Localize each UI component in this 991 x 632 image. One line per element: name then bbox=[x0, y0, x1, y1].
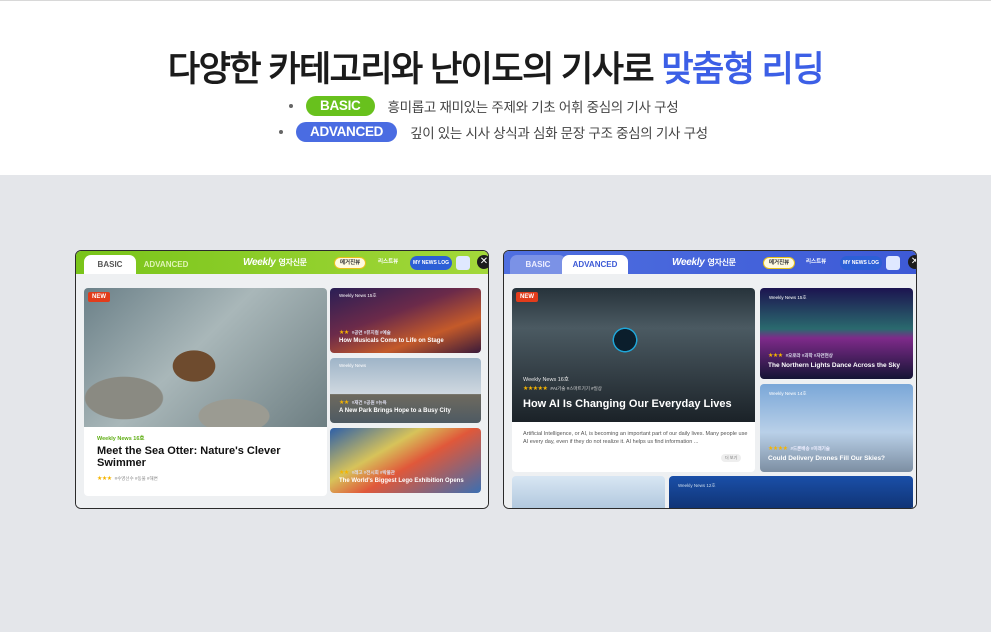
headline-main: 다양한 카테고리와 난이도의 기사로 bbox=[167, 50, 655, 89]
tab-basic[interactable]: BASIC bbox=[84, 255, 136, 275]
my-news-log-button[interactable]: MY NEWS LOG bbox=[840, 256, 882, 270]
difficulty-stars: ★★ bbox=[339, 470, 349, 476]
tags: #드론배송 #미래기술 bbox=[790, 446, 830, 451]
tags: #공연 #뮤지컬 #예술 bbox=[351, 329, 391, 335]
difficulty-stars: ★★★★ bbox=[768, 446, 788, 452]
legend-row-basic: BASIC 흥미롭고 재미있는 주제와 기초 어휘 중심의 기사 구성 bbox=[289, 96, 679, 116]
featured-summary: Artificial Intelligence, or AI, is becom… bbox=[523, 431, 748, 446]
difficulty-stars: ★★ bbox=[339, 400, 349, 406]
tags: #오로라 #과학 #자연현상 bbox=[785, 353, 833, 358]
tags: #재건 #공원 #뉴욕 bbox=[351, 399, 387, 405]
article-card-ocean[interactable]: Weekly News 12호 bbox=[669, 476, 913, 508]
advanced-window: BASIC ADVANCED Weekly 영자신문 메거진뷰 리스트뷰 MY N… bbox=[503, 250, 917, 509]
article-card-drones[interactable]: Weekly News 14호 ★★★★ #드론배송 #미래기술 Could Del… bbox=[760, 384, 913, 472]
tab-basic[interactable]: BASIC bbox=[510, 255, 566, 275]
featured-title: Meet the Sea Otter: Nature's Clever Swim… bbox=[97, 445, 281, 469]
issue-label: Weekly News 16호 bbox=[523, 377, 569, 383]
difficulty-stars: ★★ bbox=[339, 330, 349, 336]
brand-name: Weekly bbox=[243, 257, 276, 268]
brand-logo: Weekly 영자신문 bbox=[243, 257, 307, 268]
bullet-dot bbox=[289, 104, 293, 108]
card-title: How Musicals Come to Life on Stage bbox=[339, 338, 444, 344]
issue-label: Weekly News bbox=[339, 363, 367, 368]
close-icon[interactable]: ✕ bbox=[908, 255, 916, 269]
card-title: Could Delivery Drones Fill Our Skies? bbox=[768, 455, 886, 462]
issue-label: Weekly News 15호 bbox=[769, 295, 807, 300]
sea-otter-photo: NEW bbox=[84, 288, 327, 427]
info-icon[interactable] bbox=[886, 256, 900, 270]
brand-ko: 영자신문 bbox=[707, 258, 736, 267]
difficulty-stars: ★★★ bbox=[768, 353, 783, 359]
headline: 다양한 카테고리와 난이도의 기사로 맞춤형 리딩 bbox=[0, 41, 991, 92]
issue-label: Weekly News 14호 bbox=[769, 391, 807, 396]
new-badge: NEW bbox=[516, 292, 538, 302]
issue-label: Weekly News 12호 bbox=[678, 483, 716, 488]
window-content: NEW Weekly News 16호 ★★★★★ #AI기술 #스마트기기 #일… bbox=[504, 274, 916, 508]
card-title: A New Park Brings Hope to a Busy City bbox=[339, 408, 451, 414]
featured-title: How AI Is Changing Our Everyday Lives bbox=[523, 398, 732, 410]
tab-advanced[interactable]: ADVANCED bbox=[136, 255, 196, 275]
advanced-description: 깊이 있는 시사 상식과 심화 문장 구조 중심의 기사 구성 bbox=[410, 126, 708, 141]
article-card-northern-lights[interactable]: Weekly News 15호 ★★★ #오로라 #과학 #자연현상 The Nor… bbox=[760, 288, 913, 379]
magazine-view-button[interactable]: 메거진뷰 bbox=[334, 257, 367, 269]
article-card-musicals[interactable]: Weekly News 15호 ★★ #공연 #뮤지컬 #예술 How Musica… bbox=[330, 288, 481, 353]
article-card-partial[interactable] bbox=[512, 476, 665, 508]
info-icon[interactable] bbox=[456, 256, 470, 270]
headline-highlight: 맞춤형 리딩 bbox=[661, 50, 824, 89]
tags: #레고 #전시회 #박물관 bbox=[351, 469, 395, 475]
basic-pill: BASIC bbox=[306, 96, 375, 116]
card-title: The Northern Lights Dance Across the Sky bbox=[768, 362, 900, 369]
featured-article-card[interactable]: NEW Weekly News 16호 Meet the Sea Otter: … bbox=[84, 288, 327, 496]
tags: #AI기술 #스마트기기 #일상 bbox=[550, 385, 602, 391]
issue-label: Weekly News 15호 bbox=[339, 293, 377, 298]
brand-name: Weekly bbox=[672, 257, 705, 268]
tags: #수영선수 #동물 #해변 bbox=[114, 475, 158, 481]
window-topbar: BASIC ADVANCED Weekly 영자신문 메거진뷰 리스트뷰 MY N… bbox=[76, 251, 488, 275]
window-topbar: BASIC ADVANCED Weekly 영자신문 메거진뷰 리스트뷰 MY N… bbox=[504, 251, 916, 275]
basic-window: BASIC ADVANCED Weekly 영자신문 메거진뷰 리스트뷰 MY N… bbox=[75, 250, 489, 509]
list-view-button[interactable]: 리스트뷰 bbox=[801, 257, 831, 269]
issue-label: Weekly News 16호 bbox=[97, 436, 145, 442]
read-more-button[interactable]: 더 보기 bbox=[721, 454, 742, 462]
article-card-park[interactable]: Weekly News ★★ #재건 #공원 #뉴욕 A New Park Brin… bbox=[330, 358, 481, 423]
article-card-lego[interactable]: ★★ #레고 #전시회 #박물관 The World's Biggest Lego … bbox=[330, 428, 481, 493]
list-view-button[interactable]: 리스트뷰 bbox=[373, 257, 403, 269]
new-badge: NEW bbox=[88, 292, 110, 302]
bullet-dot bbox=[279, 130, 283, 134]
window-content: NEW Weekly News 16호 Meet the Sea Otter: … bbox=[76, 274, 488, 508]
brand-ko: 영자신문 bbox=[278, 258, 307, 267]
ai-office-photo: NEW Weekly News 16호 ★★★★★ #AI기술 #스마트기기 #일… bbox=[512, 288, 755, 422]
difficulty-stars: ★★★★★ bbox=[523, 386, 548, 392]
hero-section: 다양한 카테고리와 난이도의 기사로 맞춤형 리딩 BASIC 흥미롭고 재미있… bbox=[0, 0, 991, 175]
magazine-view-button[interactable]: 메거진뷰 bbox=[763, 257, 796, 269]
close-icon[interactable]: ✕ bbox=[477, 255, 488, 269]
featured-article-card[interactable]: NEW Weekly News 16호 ★★★★★ #AI기술 #스마트기기 #일… bbox=[512, 288, 755, 472]
my-news-log-button[interactable]: MY NEWS LOG bbox=[410, 256, 452, 270]
difficulty-stars: ★★★ bbox=[97, 476, 112, 482]
tab-advanced[interactable]: ADVANCED bbox=[562, 255, 628, 275]
legend-row-advanced: ADVANCED 깊이 있는 시사 상식과 심화 문장 구조 중심의 기사 구성 bbox=[279, 122, 708, 142]
advanced-pill: ADVANCED bbox=[296, 122, 398, 142]
card-title: The World's Biggest Lego Exhibition Open… bbox=[339, 478, 464, 484]
basic-description: 흥미롭고 재미있는 주제와 기초 어휘 중심의 기사 구성 bbox=[387, 100, 679, 115]
brand-logo: Weekly 영자신문 bbox=[672, 257, 736, 268]
